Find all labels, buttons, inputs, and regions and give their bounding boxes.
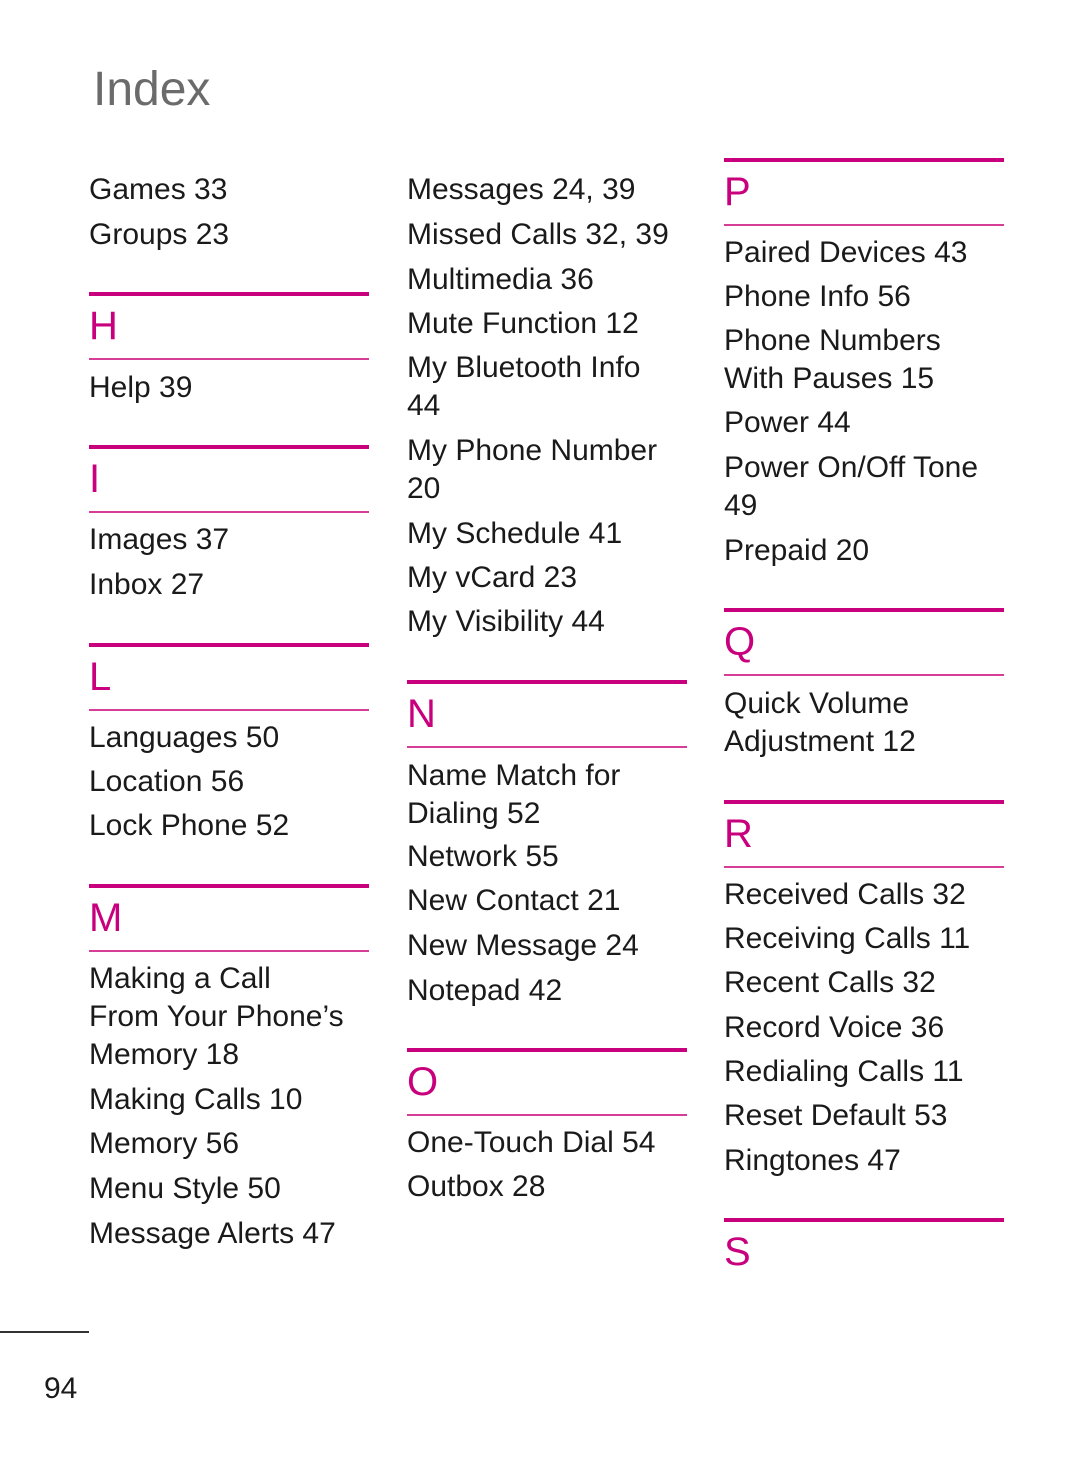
index-entry: Making Calls 10 bbox=[89, 1083, 303, 1116]
index-entry: Ringtones 47 bbox=[724, 1144, 901, 1177]
index-entry: Redialing Calls 11 bbox=[724, 1055, 964, 1088]
index-entry: Reset Default 53 bbox=[724, 1099, 948, 1132]
section-divider bbox=[407, 746, 687, 748]
index-entry: Menu Style 50 bbox=[89, 1172, 281, 1205]
index-entry: Lock Phone 52 bbox=[89, 809, 290, 842]
index-entry: My Bluetooth Info 44 bbox=[407, 351, 641, 422]
section-divider bbox=[89, 511, 369, 513]
page-title: Index bbox=[93, 63, 211, 116]
section-letter: M bbox=[89, 896, 123, 940]
index-entry: Paired Devices 43 bbox=[724, 236, 968, 269]
section-divider bbox=[407, 1114, 687, 1116]
index-entry: Games 33 bbox=[89, 173, 228, 206]
section-letter: L bbox=[89, 655, 112, 699]
section-divider bbox=[724, 674, 1004, 676]
section-divider bbox=[89, 950, 369, 952]
section-letter: Q bbox=[724, 620, 756, 664]
section-letter: S bbox=[724, 1230, 751, 1274]
index-entry: My Visibility 44 bbox=[407, 605, 605, 638]
index-entry: Record Voice 36 bbox=[724, 1011, 945, 1044]
index-entry: Recent Calls 32 bbox=[724, 966, 936, 999]
index-entry: Location 56 bbox=[89, 765, 245, 798]
index-entry: One-Touch Dial 54 bbox=[407, 1126, 656, 1159]
index-entry: New Message 24 bbox=[407, 929, 639, 962]
section-rule bbox=[89, 292, 369, 296]
index-entry: Message Alerts 47 bbox=[89, 1217, 336, 1250]
section-rule bbox=[89, 643, 369, 647]
section-rule bbox=[724, 608, 1004, 612]
index-entry: Memory 56 bbox=[89, 1127, 240, 1160]
index-entry: New Contact 21 bbox=[407, 884, 621, 917]
index-entry: Phone Numbers With Pauses 15 bbox=[724, 324, 941, 395]
index-entry: Making a Call From Your Phone’s Memory 1… bbox=[89, 962, 344, 1071]
index-entry: Name Match for Dialing 52 bbox=[407, 759, 621, 830]
index-entry: Groups 23 bbox=[89, 218, 230, 251]
index-entry: Mute Function 12 bbox=[407, 307, 639, 340]
index-entry: My Phone Number 20 bbox=[407, 434, 658, 505]
section-rule bbox=[724, 1218, 1004, 1222]
section-letter: O bbox=[407, 1060, 439, 1104]
index-entry: Notepad 42 bbox=[407, 974, 563, 1007]
index-entry: Images 37 bbox=[89, 523, 230, 556]
section-rule bbox=[407, 1048, 687, 1052]
section-letter: P bbox=[724, 170, 751, 214]
index-entry: Inbox 27 bbox=[89, 568, 205, 601]
index-entry: Multimedia 36 bbox=[407, 263, 594, 296]
footer-rule bbox=[0, 1331, 89, 1333]
section-divider bbox=[89, 358, 369, 360]
index-entry: Missed Calls 32, 39 bbox=[407, 218, 669, 251]
index-entry: Languages 50 bbox=[89, 721, 280, 754]
index-entry: Phone Info 56 bbox=[724, 280, 911, 313]
section-divider bbox=[724, 224, 1004, 226]
index-entry: Quick Volume Adjustment 12 bbox=[724, 687, 916, 758]
index-entry: Power On/Off Tone 49 bbox=[724, 451, 979, 522]
section-rule bbox=[724, 158, 1004, 162]
index-entry: My vCard 23 bbox=[407, 561, 578, 594]
index-entry: Power 44 bbox=[724, 406, 851, 439]
section-rule bbox=[89, 445, 369, 449]
index-entry: Help 39 bbox=[89, 371, 193, 404]
page-number: 94 bbox=[44, 1372, 78, 1405]
section-letter: R bbox=[724, 812, 753, 856]
section-rule bbox=[724, 800, 1004, 804]
section-letter: I bbox=[89, 457, 101, 501]
section-letter: N bbox=[407, 692, 436, 736]
index-entry: My Schedule 41 bbox=[407, 517, 623, 550]
section-rule bbox=[89, 884, 369, 888]
section-rule bbox=[407, 680, 687, 684]
section-divider bbox=[724, 866, 1004, 868]
index-entry: Outbox 28 bbox=[407, 1170, 546, 1203]
section-letter: H bbox=[89, 304, 118, 348]
index-entry: Network 55 bbox=[407, 840, 559, 873]
index-entry: Received Calls 32 bbox=[724, 878, 966, 911]
index-entry: Messages 24, 39 bbox=[407, 173, 636, 206]
index-entry: Prepaid 20 bbox=[724, 534, 870, 567]
section-divider bbox=[89, 709, 369, 711]
index-entry: Receiving Calls 11 bbox=[724, 922, 971, 955]
